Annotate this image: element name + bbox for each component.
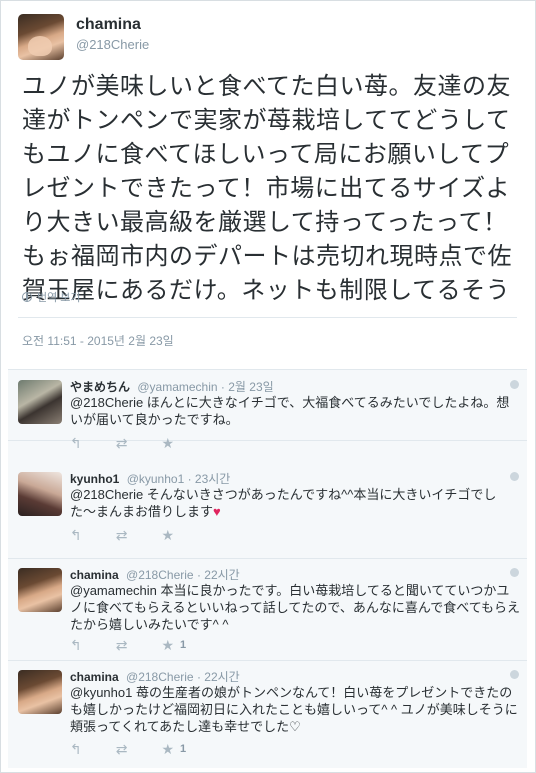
reply-text: @218Cherie そんないきさつがあったんですね^^本当に大きいイチゴでした… [70, 486, 522, 520]
reply-text-content: @218Cherie そんないきさつがあったんですね^^本当に大きいイチゴでした… [70, 487, 497, 519]
favorite-button[interactable]: ★ 1 [161, 742, 186, 756]
reply-text: @yamamechin 本当に良かったです。白い苺栽培してると聞いてていつかユノ… [70, 583, 521, 632]
retweet-icon[interactable]: ⇄ [116, 528, 128, 542]
reply-author-name[interactable]: kyunho1 [70, 472, 119, 486]
favorite-button[interactable]: ★ [161, 436, 180, 450]
star-icon: ★ [161, 741, 175, 757]
reply-actions: ↰ ⇄ ★ 1 [70, 742, 186, 756]
reply-item: chamina @218Cherie · 22시간 @kyunho1 苺の生産者… [8, 660, 527, 766]
favorite-count: 1 [180, 743, 187, 755]
reply-author-handle[interactable]: @yamamechin [137, 380, 217, 394]
replies-list: やまめちん @yamamechin · 2월 23일 @218Cherie ほん… [8, 369, 527, 768]
reply-author-handle[interactable]: @218Cherie [126, 568, 194, 582]
tweet-timestamp[interactable]: 오전 11:51 - 2015년 2월 23일 [22, 332, 174, 349]
retweet-icon[interactable]: ⇄ [116, 742, 128, 756]
avatar[interactable] [18, 568, 62, 612]
reply-icon[interactable]: ↰ [70, 528, 82, 542]
more-icon[interactable] [510, 472, 519, 481]
avatar[interactable] [18, 670, 62, 714]
reply-icon[interactable]: ↰ [70, 638, 82, 652]
reply-header: chamina @218Cherie · 22시간 [70, 566, 240, 583]
retweet-icon[interactable]: ⇄ [116, 638, 128, 652]
reply-item: やまめちん @yamamechin · 2월 23일 @218Cherie ほん… [8, 370, 527, 450]
avatar[interactable] [18, 472, 62, 516]
reply-time[interactable]: · 22시간 [197, 568, 240, 582]
tweet-text: ユノが美味しいと食べてた白い苺。友達の友達がトンペンで実家が苺栽培しててどうして… [22, 73, 512, 304]
reply-author-name[interactable]: やまめちん [70, 380, 130, 394]
reply-actions: ↰ ⇄ ★ [70, 436, 180, 450]
reply-icon[interactable]: ↰ [70, 742, 82, 756]
favorite-button[interactable]: ★ 1 [161, 638, 186, 652]
reply-author-handle[interactable]: @kyunho1 [127, 472, 185, 486]
favorite-button[interactable]: ★ [161, 528, 180, 542]
reply-time[interactable]: · 22시간 [197, 670, 240, 684]
star-icon: ★ [161, 527, 175, 543]
reply-actions: ↰ ⇄ ★ [70, 528, 180, 542]
reply-author-name[interactable]: chamina [70, 568, 119, 582]
reply-text: @kyunho1 苺の生産者の娘がトンペンなんて！白い苺をプレゼントできたのも嬉… [70, 685, 518, 734]
reply-header: chamina @218Cherie · 22시간 [70, 668, 240, 685]
avatar[interactable] [18, 14, 64, 60]
star-icon: ★ [161, 637, 175, 653]
reply-header: kyunho1 @kyunho1 · 23시간 [70, 470, 230, 487]
reply-header: やまめちん @yamamechin · 2월 23일 [70, 378, 274, 395]
retweet-icon[interactable]: ⇄ [116, 436, 128, 450]
favorite-count: 1 [180, 639, 187, 651]
more-icon[interactable] [510, 568, 519, 577]
reply-time[interactable]: · 2월 23일 [221, 380, 274, 394]
star-icon: ★ [161, 435, 175, 451]
reply-icon[interactable]: ↰ [70, 436, 82, 450]
divider [18, 317, 517, 318]
translate-link[interactable]: 번역 보기 [22, 289, 81, 305]
reply-text: @218Cherie ほんとに大きなイチゴで、大福食べてるみたいでしたよね。想い… [70, 395, 510, 427]
reply-item: chamina @218Cherie · 22시간 @yamamechin 本当… [8, 558, 527, 661]
author-handle[interactable]: @218Cherie [76, 37, 149, 52]
author-name[interactable]: chamina [76, 16, 141, 34]
reply-author-handle[interactable]: @218Cherie [126, 670, 194, 684]
heart-icon: ♥ [213, 504, 221, 519]
reply-actions: ↰ ⇄ ★ 1 [70, 638, 186, 652]
more-icon[interactable] [510, 670, 519, 679]
more-icon[interactable] [510, 380, 519, 389]
reply-item: kyunho1 @kyunho1 · 23시간 @218Cherie そんないき… [8, 462, 527, 559]
reply-author-name[interactable]: chamina [70, 670, 119, 684]
avatar[interactable] [18, 380, 62, 424]
reply-time[interactable]: · 23시간 [188, 472, 231, 486]
globe-icon [22, 292, 32, 302]
translate-label: 번역 보기 [37, 292, 81, 304]
